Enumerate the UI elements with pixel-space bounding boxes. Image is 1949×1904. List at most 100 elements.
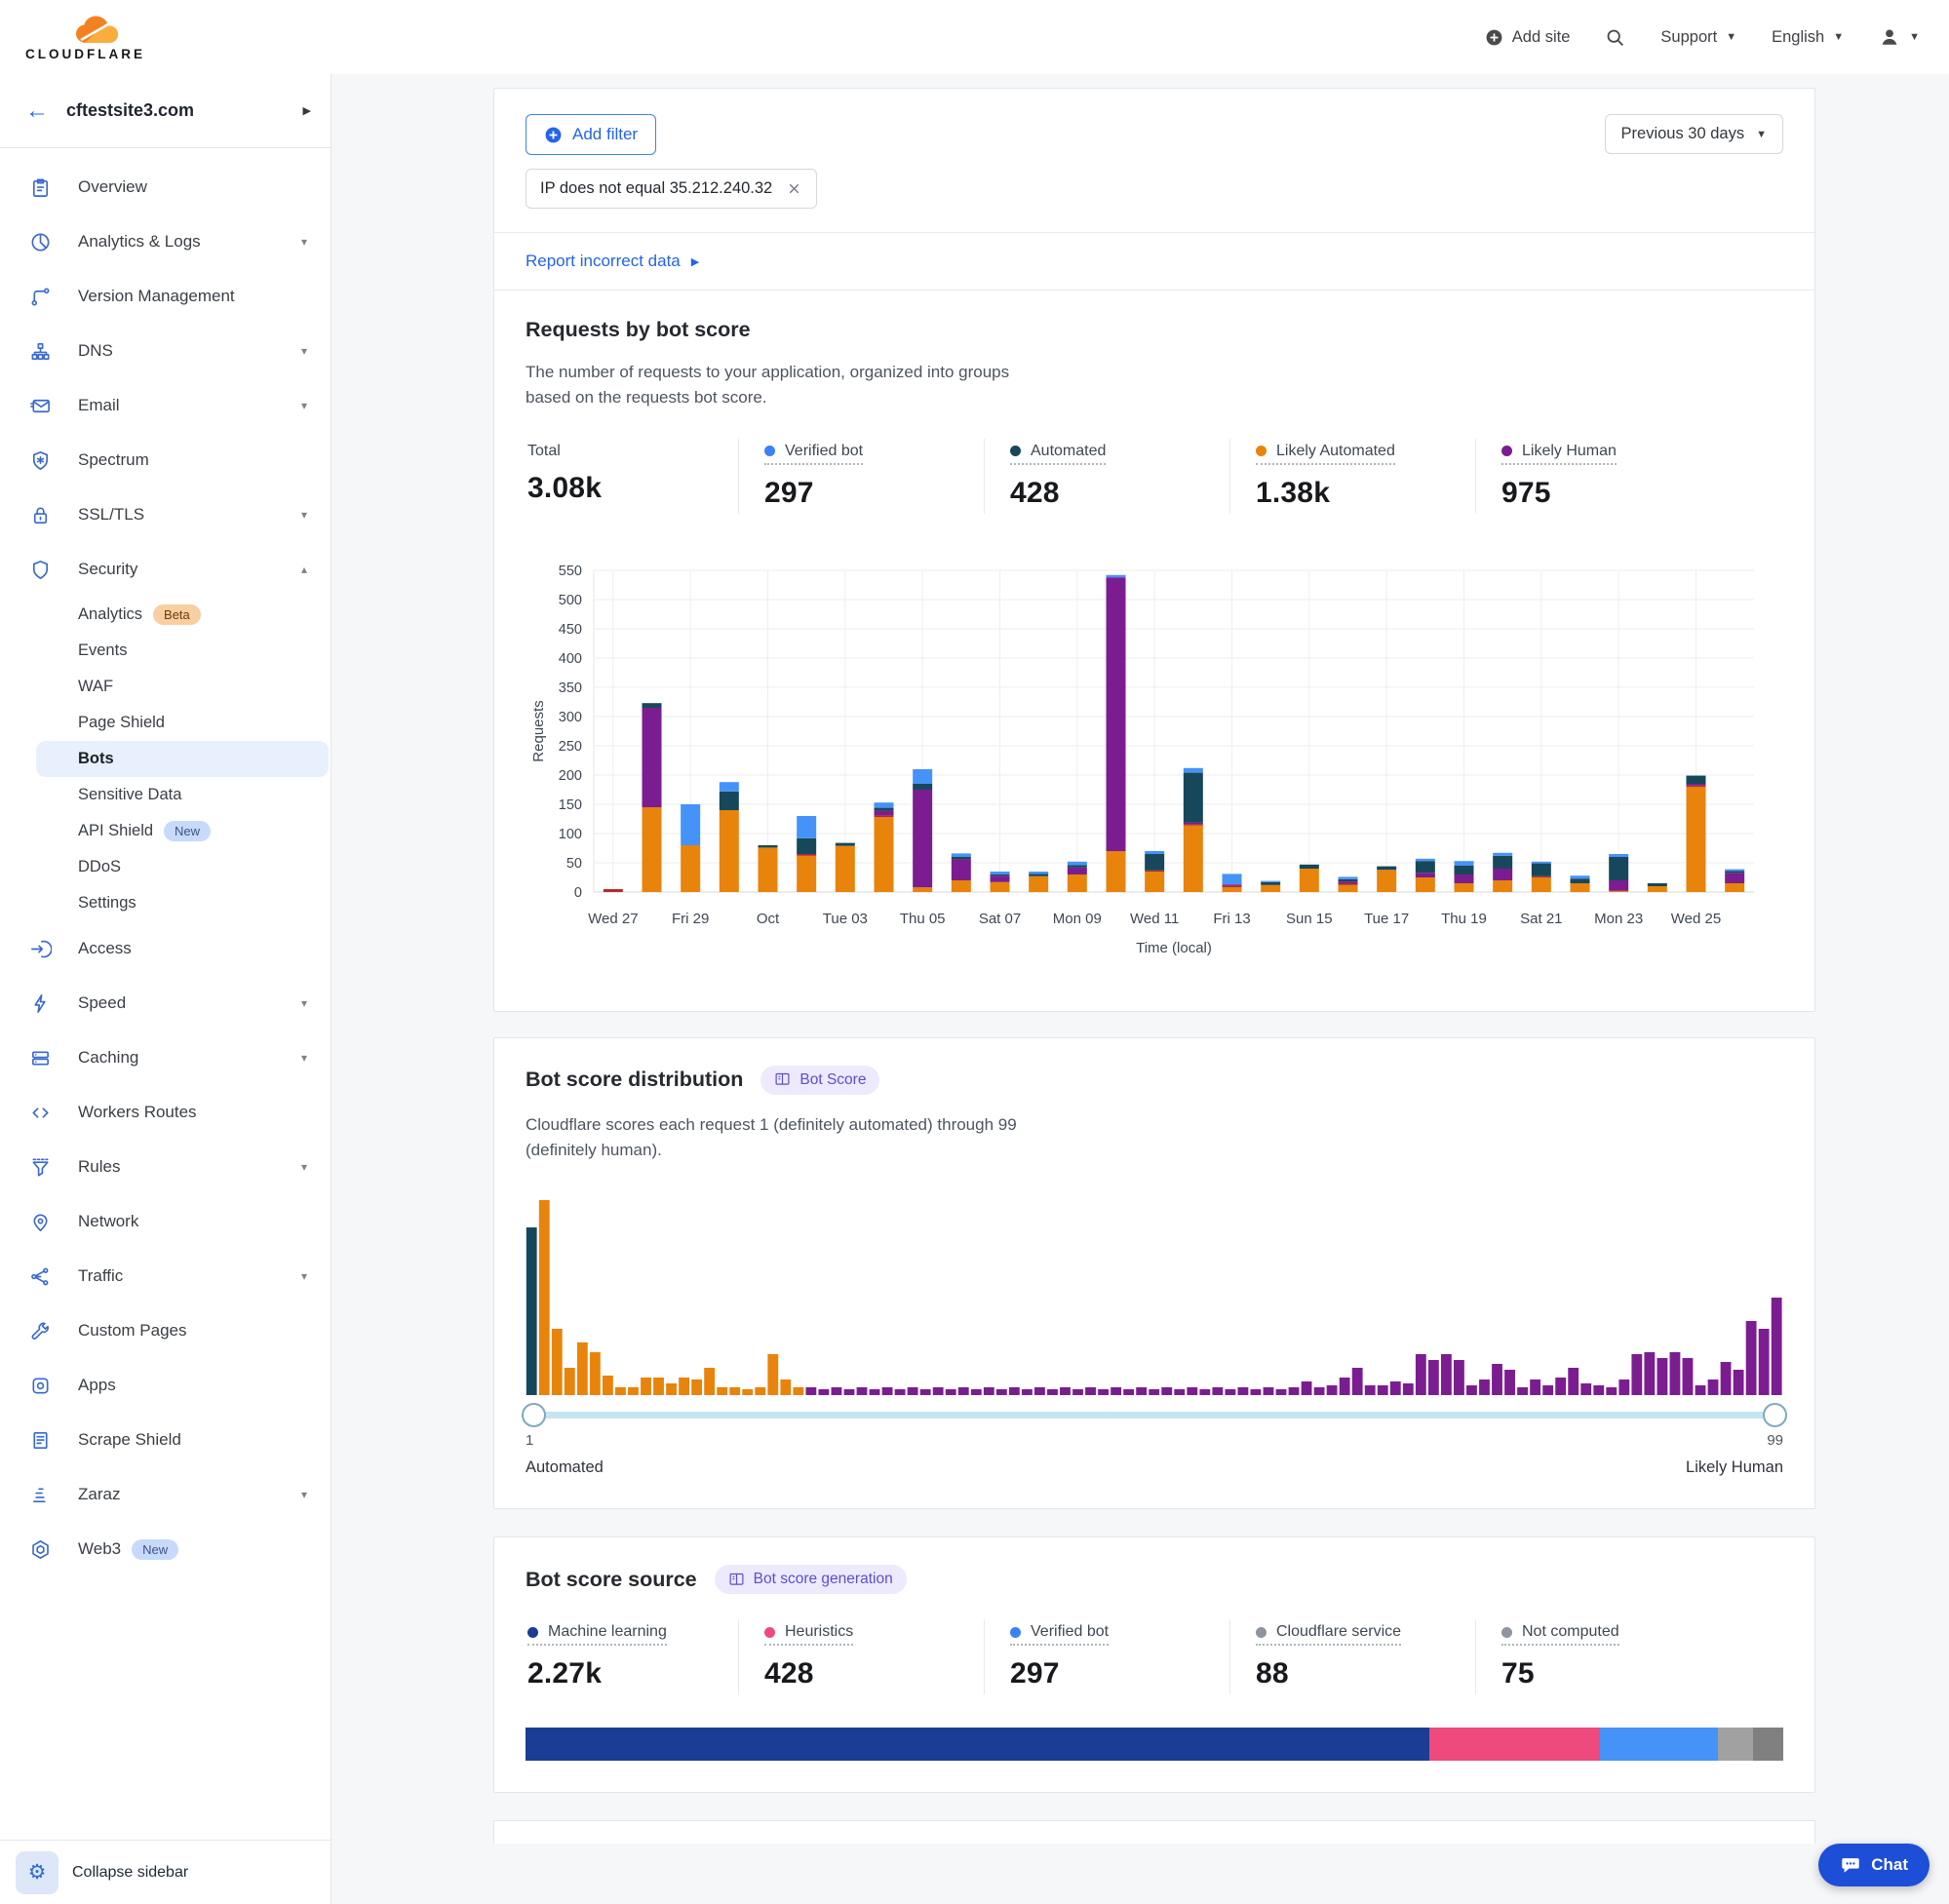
sidebar-item-scrape-shield[interactable]: Scrape Shield xyxy=(0,1413,331,1467)
chevron-down-icon: ▾ xyxy=(301,996,307,1010)
sidebar-item-ddos[interactable]: DDoS xyxy=(0,849,331,885)
cloudflare-cloud-icon xyxy=(70,14,123,47)
section-description: Cloudflare scores each request 1 (defini… xyxy=(526,1112,1042,1164)
svg-text:Fri 29: Fri 29 xyxy=(672,911,709,927)
stat-label[interactable]: Automated xyxy=(1010,443,1106,465)
sidebar-item-spectrum[interactable]: Spectrum xyxy=(0,433,331,487)
back-arrow-icon[interactable]: ← xyxy=(25,99,49,123)
stat-value: 428 xyxy=(764,1657,956,1690)
legend-dot-icon xyxy=(1010,446,1021,456)
sidebar-item-label: SSL/TLS xyxy=(78,505,275,525)
sidebar-item-analytics[interactable]: AnalyticsBeta xyxy=(0,597,331,633)
add-site-button[interactable]: Add site xyxy=(1485,28,1571,47)
sidebar-item-events[interactable]: Events xyxy=(0,633,331,669)
stat-label[interactable]: Likely Human xyxy=(1501,443,1617,465)
stat-label[interactable]: Cloudflare service xyxy=(1256,1623,1401,1646)
collapse-sidebar-button[interactable]: Collapse sidebar xyxy=(72,1864,188,1882)
bot-score-generation-docs-pill[interactable]: Bot score generation xyxy=(715,1565,907,1594)
sidebar-item-version-management[interactable]: Version Management xyxy=(0,269,331,324)
doc-lines-icon xyxy=(29,1429,52,1452)
sidebar-item-label: Web3New xyxy=(78,1539,307,1560)
sidebar-item-access[interactable]: Access xyxy=(0,921,331,976)
chevron-down-icon: ▼ xyxy=(1756,129,1767,140)
sidebar-item-dns[interactable]: DNS▾ xyxy=(0,324,331,378)
slider-track[interactable] xyxy=(527,1412,1781,1418)
chevron-up-icon: ▴ xyxy=(301,563,307,576)
triangle-right-icon: ▶ xyxy=(691,255,699,268)
stat-label[interactable]: Verified bot xyxy=(1010,1623,1109,1646)
add-filter-button[interactable]: Add filter xyxy=(526,114,656,155)
sidebar-item-label: Access xyxy=(78,939,307,958)
sidebar-item-apps[interactable]: Apps xyxy=(0,1358,331,1413)
sidebar-item-network[interactable]: Network xyxy=(0,1194,331,1249)
sidebar-item-label: Overview xyxy=(78,177,307,197)
sidebar-item-custom-pages[interactable]: Custom Pages xyxy=(0,1303,331,1358)
requests-card: Add filter Previous 30 days▼ IP does not… xyxy=(493,88,1815,1012)
sidebar-item-zaraz[interactable]: Zaraz▾ xyxy=(0,1467,331,1522)
sidebar-item-bots[interactable]: Bots xyxy=(36,741,329,777)
sidebar-item-security[interactable]: Security▴ xyxy=(0,542,331,597)
sidebar-item-settings[interactable]: Settings xyxy=(0,885,331,921)
stat-value: 297 xyxy=(1010,1657,1202,1690)
sidebar-item-analytics-logs[interactable]: Analytics & Logs▾ xyxy=(0,214,331,269)
stack-icon xyxy=(29,1047,52,1069)
sidebar-item-label: Bots xyxy=(78,750,114,768)
sidebar-item-speed[interactable]: Speed▾ xyxy=(0,976,331,1030)
sidebar-item-ssl-tls[interactable]: SSL/TLS▾ xyxy=(0,487,331,542)
stat-value: 1.38k xyxy=(1256,477,1448,510)
sidebar-nav: Overview Analytics & Logs▾Version Managem… xyxy=(0,148,331,1840)
plus-circle-icon xyxy=(1485,28,1503,47)
stat-verified-bot: Verified bot297 xyxy=(738,439,984,514)
filter-chip[interactable]: IP does not equal 35.212.240.32 xyxy=(526,169,817,209)
slider-handle-max[interactable] xyxy=(1763,1403,1787,1427)
svg-text:350: 350 xyxy=(559,680,582,696)
close-icon[interactable] xyxy=(786,180,802,197)
sidebar-item-traffic[interactable]: Traffic▾ xyxy=(0,1249,331,1303)
score-range-slider xyxy=(526,1401,1783,1430)
stat-label[interactable]: Not computed xyxy=(1501,1623,1619,1646)
sidebar-item-waf[interactable]: WAF xyxy=(0,669,331,705)
account-menu[interactable]: ▼ xyxy=(1879,26,1920,48)
main-content: Add filter Previous 30 days▼ IP does not… xyxy=(331,74,1949,1904)
stat-label[interactable]: Heuristics xyxy=(764,1623,853,1646)
support-menu[interactable]: Support▼ xyxy=(1660,28,1736,47)
sidebar-item-overview[interactable]: Overview xyxy=(0,160,331,214)
chevron-right-icon[interactable]: ▶ xyxy=(303,104,311,117)
section-title: Bot score source xyxy=(526,1568,697,1592)
slider-handle-min[interactable] xyxy=(522,1403,546,1427)
spectrum-shield-icon xyxy=(29,449,52,472)
distribution-chart xyxy=(526,1190,1783,1399)
sidebar-item-workers-routes[interactable]: Workers Routes xyxy=(0,1085,331,1140)
chevron-down-icon: ▾ xyxy=(301,344,307,358)
svg-text:Tue 03: Tue 03 xyxy=(823,911,868,927)
report-incorrect-data-link[interactable]: Report incorrect data▶ xyxy=(494,233,1814,290)
sidebar-item-page-shield[interactable]: Page Shield xyxy=(0,705,331,741)
sidebar-item-label: Network xyxy=(78,1212,307,1231)
source-stats: Machine learning2.27kHeuristics428Verifi… xyxy=(526,1619,1783,1694)
search-button[interactable] xyxy=(1605,27,1625,48)
slider-max-label: 99 xyxy=(1767,1432,1783,1449)
svg-text:50: 50 xyxy=(566,856,582,872)
top-nav: CLOUDFLARE Add site Support▼ English▼ ▼ xyxy=(0,0,1949,74)
svg-text:0: 0 xyxy=(574,885,582,901)
time-range-select[interactable]: Previous 30 days▼ xyxy=(1605,114,1783,154)
chevron-down-icon: ▾ xyxy=(301,399,307,412)
source-bar-segment-heuristics xyxy=(1429,1728,1600,1761)
source-card: Bot score source Bot score generation Ma… xyxy=(493,1536,1815,1793)
sidebar-item-api-shield[interactable]: API ShieldNew xyxy=(0,813,331,849)
sidebar-item-sensitive-data[interactable]: Sensitive Data xyxy=(0,777,331,813)
stat-label[interactable]: Machine learning xyxy=(527,1623,667,1646)
gear-icon[interactable]: ⚙ xyxy=(16,1851,58,1894)
stat-label[interactable]: Verified bot xyxy=(764,443,863,465)
stat-heuristics: Heuristics 428 xyxy=(738,1619,984,1694)
badge-new: New xyxy=(164,821,211,841)
bot-score-docs-pill[interactable]: Bot Score xyxy=(760,1066,879,1095)
stat-label[interactable]: Likely Automated xyxy=(1256,443,1395,465)
sidebar-item-email[interactable]: Email▾ xyxy=(0,378,331,433)
language-menu[interactable]: English▼ xyxy=(1772,28,1844,47)
sidebar-item-caching[interactable]: Caching▾ xyxy=(0,1030,331,1085)
chat-button[interactable]: Chat xyxy=(1818,1844,1930,1886)
sidebar-item-rules[interactable]: Rules▾ xyxy=(0,1140,331,1194)
sidebar-item-web3[interactable]: Web3New xyxy=(0,1522,331,1576)
stat-value: 3.08k xyxy=(527,472,711,505)
